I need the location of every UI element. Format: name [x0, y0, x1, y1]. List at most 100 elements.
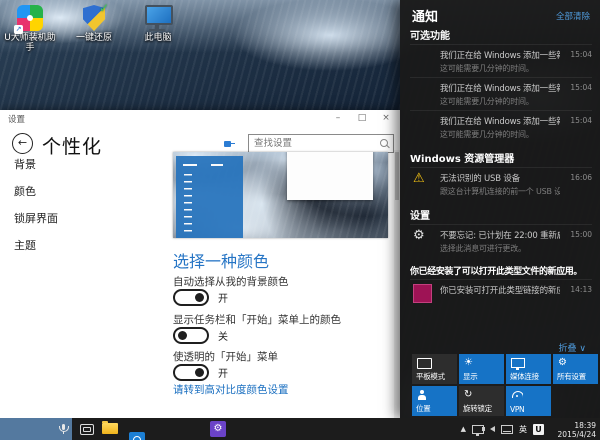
desktop-icon-label: U大师装机助手 — [4, 33, 56, 54]
notification[interactable]: 我们正在给 Windows 添加一些新功能 这可能需要几分钟的时间。 15:04 — [410, 77, 592, 110]
file-explorer-button[interactable] — [102, 423, 118, 434]
tile-label: 旋转锁定 — [463, 403, 492, 414]
notification-subtitle: 这可能需要几分钟的时间。 — [440, 63, 560, 74]
notification-time: 14:13 — [570, 285, 592, 294]
desktop-icons: ↗ U大师装机助手 ✓ 一键还原 此电脑 — [4, 5, 184, 54]
location-icon — [417, 390, 427, 401]
notification-time: 15:04 — [570, 83, 592, 92]
pin-icon[interactable] — [224, 138, 236, 150]
notification-subtitle: 选择此消息可进行更改。 — [440, 243, 560, 254]
microphone-icon[interactable] — [62, 424, 65, 430]
search-icon — [380, 139, 388, 147]
quick-action-display[interactable]: ☀ 显示 — [459, 354, 504, 384]
notification-title: 你已安装可打开此类型链接的新应用。 — [440, 284, 560, 296]
notification-subtitle: 这可能需要几分钟的时间。 — [440, 96, 560, 107]
system-tray: ▲ 英 U — [461, 418, 544, 440]
speaker-icon[interactable] — [490, 426, 495, 432]
tile-label: 显示 — [463, 371, 477, 382]
quick-action-rotation-lock[interactable]: ↻ 旋转锁定 — [459, 386, 504, 416]
collapse-label: 折叠 — [559, 344, 577, 354]
toggle-state: 关 — [218, 328, 228, 343]
action-center: 通知 全部清除 可选功能 我们正在给 Windows 添加一些新功能 这可能需要… — [400, 0, 600, 418]
warning-icon: ⚠ — [413, 172, 425, 185]
settings-app-button[interactable]: ⚙ — [210, 421, 226, 437]
notification-new-app[interactable]: 你已安装可打开此类型链接的新应用。 14:13 — [410, 279, 592, 299]
check-icon: ✓ — [99, 1, 109, 15]
desktop-icon-this-pc[interactable]: 此电脑 — [132, 5, 184, 54]
back-button[interactable]: ← — [12, 133, 33, 154]
chevron-down-icon: ∨ — [579, 344, 586, 354]
sidebar-item-colors[interactable]: 颜色 — [14, 183, 36, 199]
notification-restart[interactable]: ⚙ 不要忘记: 已计划在 22:00 重新启动。 选择此消息可进行更改。 15:… — [410, 224, 592, 257]
desktop-icon-label: 一键还原 — [68, 33, 120, 43]
sidebar-item-lockscreen[interactable]: 锁屏界面 — [14, 210, 58, 226]
tile-label: 平板模式 — [416, 371, 445, 382]
quick-action-vpn[interactable]: VPN — [506, 386, 551, 416]
toggle-transparent-start[interactable] — [173, 364, 209, 381]
settings-window: 设置 – □ × ← 个性化 背景 颜色 锁屏界面 主题 选择一种颜色 自动选择… — [0, 110, 400, 422]
close-button[interactable]: × — [376, 111, 396, 125]
tile-label: VPN — [510, 405, 524, 414]
tile-label: 媒体连接 — [510, 371, 539, 382]
gear-icon: ⚙ — [558, 358, 567, 368]
notification-time: 16:06 — [570, 173, 592, 182]
notification[interactable]: 我们正在给 Windows 添加一些新功能 这可能需要几分钟的时间。 15:04 — [410, 44, 592, 77]
notification-subtitle: 这可能需要几分钟的时间。 — [440, 129, 560, 140]
quick-action-location[interactable]: 位置 — [412, 386, 457, 416]
task-view-button[interactable] — [80, 424, 94, 435]
tablet-icon — [417, 358, 432, 369]
settings-search[interactable] — [248, 134, 394, 153]
collapse-link[interactable]: 折叠 ∨ — [559, 341, 586, 354]
notification-time: 15:00 — [570, 230, 592, 239]
toggle-label-show-color: 显示任务栏和「开始」菜单上的颜色 — [173, 312, 341, 327]
taskbar-app-blue[interactable] — [129, 432, 145, 440]
notification-time: 15:04 — [570, 50, 592, 59]
maximize-button[interactable]: □ — [352, 111, 372, 125]
color-preview-image — [173, 152, 388, 238]
group-header: 可选功能 — [410, 27, 592, 42]
high-contrast-link[interactable]: 请转到高对比度颜色设置 — [173, 382, 289, 397]
quick-action-all-settings[interactable]: ⚙ 所有设置 — [553, 354, 598, 384]
brightness-icon: ☀ — [464, 358, 473, 368]
window-title: 设置 — [8, 113, 25, 125]
keyboard-icon[interactable] — [501, 425, 513, 434]
clock-time: 18:39 — [548, 421, 596, 430]
preview-start-menu — [176, 156, 243, 238]
notification-title: 不要忘记: 已计划在 22:00 重新启动。 — [440, 229, 560, 241]
quick-action-tablet-mode[interactable]: 平板模式 — [412, 354, 457, 384]
group-header: Windows 资源管理器 — [410, 150, 592, 165]
taskbar-clock[interactable]: 18:39 2015/4/24 — [548, 421, 596, 440]
tray-expand-icon[interactable]: ▲ — [461, 425, 466, 433]
udashi-tray-icon[interactable]: U — [533, 424, 544, 435]
ime-indicator[interactable]: 英 — [519, 424, 527, 435]
group-header: 你已经安装了可以打开此类型文件的新应用。 — [410, 264, 592, 277]
notification-title: 我们正在给 Windows 添加一些新功能 — [440, 115, 560, 127]
group-header: 设置 — [410, 207, 592, 222]
vpn-icon — [511, 390, 523, 398]
notification-title: 无法识别的 USB 设备 — [440, 172, 560, 184]
app-tile-icon — [413, 284, 432, 303]
notification-time: 15:04 — [570, 116, 592, 125]
sidebar-item-background[interactable]: 背景 — [14, 156, 36, 172]
toggle-auto-accent[interactable] — [173, 289, 209, 306]
search-input[interactable] — [249, 135, 380, 152]
notification-title: 我们正在给 Windows 添加一些新功能 — [440, 82, 560, 94]
taskbar-search-box[interactable] — [0, 418, 72, 440]
minimize-button[interactable]: – — [328, 111, 348, 125]
taskbar: ⚙ ▲ 英 U 18:39 2015/4/24 — [0, 418, 600, 440]
notification[interactable]: 我们正在给 Windows 添加一些新功能 这可能需要几分钟的时间。 15:04 — [410, 110, 592, 143]
preview-app-window — [287, 152, 373, 200]
toggle-label-auto-accent: 自动选择从我的背景颜色 — [173, 274, 289, 289]
quick-action-media-connect[interactable]: 媒体连接 — [506, 354, 551, 384]
sidebar-item-themes[interactable]: 主题 — [14, 237, 36, 253]
section-heading: 选择一种颜色 — [173, 248, 269, 272]
toggle-show-color[interactable] — [173, 327, 209, 344]
desktop-icon-restore[interactable]: ✓ 一键还原 — [68, 5, 120, 54]
desktop-icon-udashi[interactable]: ↗ U大师装机助手 — [4, 5, 56, 54]
clock-date: 2015/4/24 — [548, 430, 596, 439]
media-connect-icon — [511, 358, 525, 368]
tile-label: 位置 — [416, 403, 430, 414]
notification-usb[interactable]: ⚠ 无法识别的 USB 设备 跟这台计算机连接的前一个 USB 设备工作不正… … — [410, 167, 592, 200]
gear-icon: ⚙ — [413, 229, 425, 242]
desktop: ↗ U大师装机助手 ✓ 一键还原 此电脑 设置 – □ × ← 个性化 背景 颜… — [0, 0, 600, 440]
